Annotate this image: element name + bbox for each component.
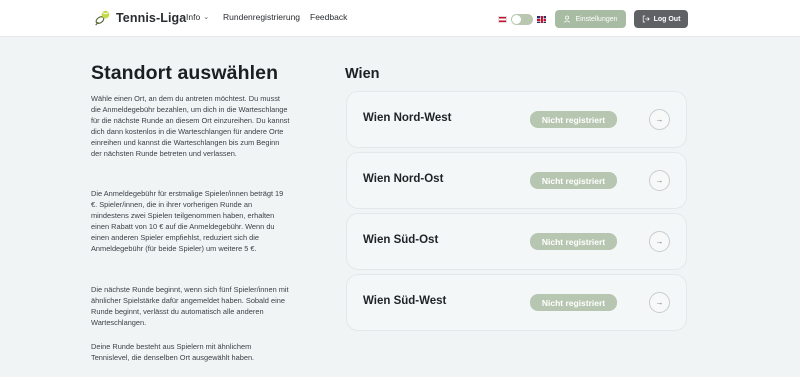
location-name: Wien Nord-Ost (363, 173, 444, 185)
location-name: Wien Süd-West (363, 295, 447, 307)
location-name: Wien Nord-West (363, 112, 452, 124)
nav-registration-label: Rundenregistrierung (223, 12, 301, 22)
top-bar: Tennis-Liga Info ⌄ Rundenregistrierung F… (0, 0, 800, 37)
brand-logo[interactable]: Tennis-Liga (94, 9, 186, 26)
arrow-right-icon[interactable]: → (649, 109, 670, 130)
nav-registration[interactable]: Rundenregistrierung (223, 12, 300, 22)
logout-icon (642, 15, 650, 23)
tennis-ball-icon (95, 10, 110, 26)
status-badge: Nicht registriert (530, 172, 617, 189)
arrow-right-icon[interactable]: → (649, 231, 670, 252)
logout-button[interactable]: Log Out (634, 10, 688, 28)
language-switch (498, 14, 546, 25)
nav-info-label: Info (186, 12, 201, 22)
settings-button[interactable]: Einstellungen (555, 10, 626, 28)
logout-label: Log Out (653, 15, 681, 23)
page-title: Standort auswählen (91, 62, 279, 84)
uk-flag-icon (537, 16, 546, 23)
settings-label: Einstellungen (575, 15, 618, 23)
intro-paragraph-3: Die nächste Runde beginnt, wenn sich fün… (91, 285, 289, 328)
arrow-right-icon[interactable]: → (649, 292, 670, 313)
nav-info[interactable]: Info ⌄ (186, 12, 209, 22)
brand-name: Tennis-Liga (116, 10, 187, 25)
user-icon (564, 15, 571, 23)
status-badge: Nicht registriert (530, 111, 617, 128)
status-badge: Nicht registriert (530, 233, 617, 250)
region-heading: Wien (345, 66, 380, 82)
chevron-down-icon: ⌄ (203, 14, 210, 21)
intro-paragraph-4: Deine Runde besteht aus Spielern mit ähn… (91, 342, 255, 363)
location-name: Wien Süd-Ost (363, 234, 439, 246)
nav-feedback[interactable]: Feedback (310, 12, 347, 22)
toggle-knob (512, 15, 521, 24)
intro-paragraph-2: Die Anmeldegebühr für erstmalige Spieler… (91, 189, 284, 254)
location-card-wien-nord-ost[interactable]: Wien Nord-Ost Nicht registriert → (346, 152, 687, 209)
location-card-wien-sued-west[interactable]: Wien Süd-West Nicht registriert → (346, 274, 687, 331)
austria-flag-icon (498, 16, 507, 23)
status-badge: Nicht registriert (530, 294, 617, 311)
nav-feedback-label: Feedback (310, 12, 348, 22)
location-card-wien-nord-west[interactable]: Wien Nord-West Nicht registriert → (346, 91, 687, 148)
location-card-wien-sued-ost[interactable]: Wien Süd-Ost Nicht registriert → (346, 213, 687, 270)
intro-paragraph-1: Wähle einen Ort, an dem du antreten möch… (91, 94, 290, 159)
arrow-right-icon[interactable]: → (649, 170, 670, 191)
language-toggle[interactable] (511, 14, 533, 25)
